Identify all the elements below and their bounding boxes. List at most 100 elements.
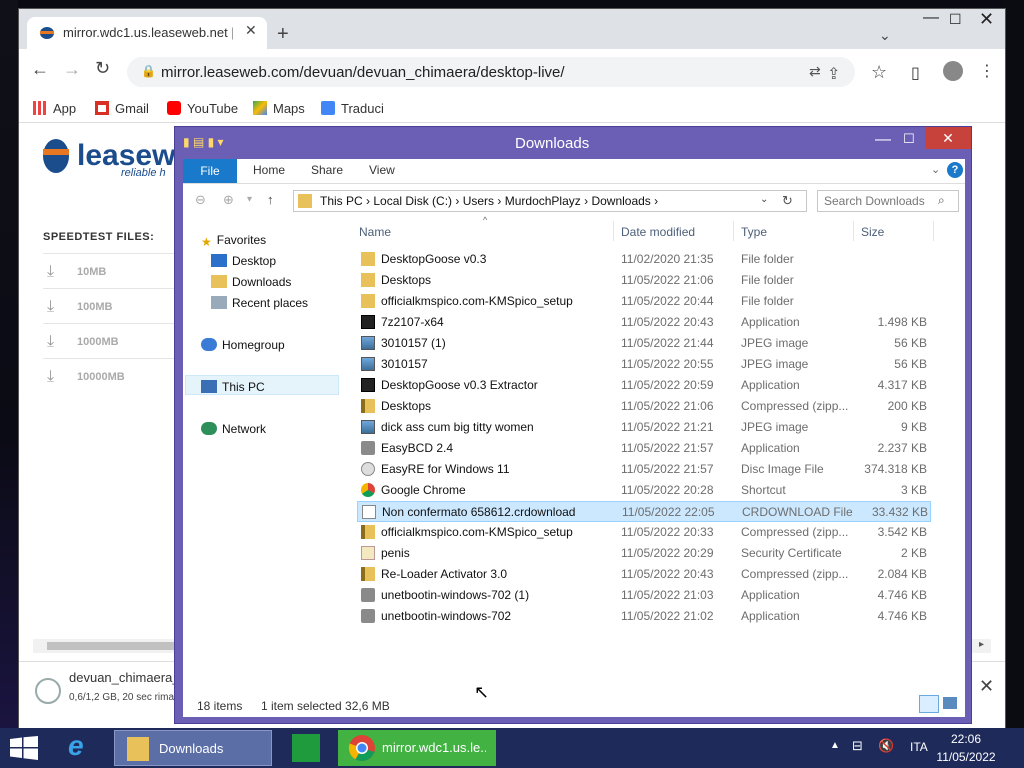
taskbar-internet-explorer[interactable]: e (62, 730, 106, 766)
volume-muted-icon[interactable]: 🔇 (878, 738, 894, 754)
back-icon[interactable]: ← (31, 59, 49, 80)
refresh-icon[interactable]: ↻ (782, 193, 793, 209)
browser-tab[interactable]: mirror.wdc1.us.leaseweb.net | pc ✕ (27, 17, 267, 49)
scroll-right-arrow-icon[interactable]: ▸ (979, 639, 984, 650)
quick-access-toolbar-icon[interactable]: ▮ ▤ ▮ ▾ (183, 135, 224, 149)
minimize-icon[interactable]: — (875, 131, 891, 149)
lock-icon[interactable]: 🔒 (141, 64, 156, 78)
file-row[interactable]: DesktopGoose v0.3 11/02/2020 21:35 File fo… (357, 249, 931, 270)
breadcrumb-item[interactable]: This PC (320, 194, 363, 208)
start-windows-icon[interactable] (10, 736, 38, 760)
zip-icon (361, 567, 375, 581)
clock-time[interactable]: 22:06 (934, 732, 998, 746)
file-row[interactable]: Non confermato 658612.crdownload 11/05/20… (357, 501, 931, 522)
scrollbar-thumb[interactable] (47, 642, 187, 650)
file-row[interactable]: Google Chrome 11/05/2022 20:28 Shortcut 3 K… (357, 480, 931, 501)
network-tray-icon[interactable]: ⊟ (852, 738, 863, 754)
taskbar-store[interactable] (288, 730, 324, 766)
forward-icon[interactable]: → (63, 59, 81, 80)
file-size: 3 KB (900, 483, 927, 497)
breadcrumb-item[interactable]: Local Disk (C:) (373, 194, 452, 208)
tab-home[interactable]: Home (253, 163, 285, 177)
breadcrumb-path[interactable]: This PC › Local Disk (C:) › Users › Murd… (320, 194, 658, 208)
download-shelf-close-icon[interactable]: ✕ (979, 676, 994, 697)
file-type: Application (741, 441, 800, 455)
download-filename[interactable]: devuan_chimaera_ (69, 670, 179, 685)
tab-search-icon[interactable]: ⌄ (879, 27, 891, 44)
close-icon[interactable]: ✕ (979, 9, 994, 30)
file-row[interactable]: dick ass cum big titty women 11/05/2022 2… (357, 417, 931, 438)
file-row[interactable]: unetbootin-windows-702 11/05/2022 21:02 Ap… (357, 606, 931, 627)
file-row[interactable]: EasyBCD 2.4 11/05/2022 21:57 Application 2.… (357, 438, 931, 459)
bookmark-gmail[interactable]: Gmail (95, 101, 149, 116)
maximize-icon[interactable]: ☐ (903, 131, 915, 147)
file-row[interactable]: unetbootin-windows-702 (1) 11/05/2022 21:… (357, 585, 931, 606)
translate-icon[interactable]: ⇄ (809, 63, 821, 80)
large-icons-view-icon[interactable] (943, 697, 957, 709)
side-panel-icon[interactable]: ▯ (911, 63, 920, 83)
file-row[interactable]: Re-Loader Activator 3.0 11/05/2022 20:43 C… (357, 564, 931, 585)
tab-file[interactable]: File (183, 159, 237, 183)
file-name: dick ass cum big titty women (381, 420, 534, 434)
details-view-icon[interactable] (919, 695, 939, 713)
file-date: 11/05/2022 22:05 (622, 505, 715, 519)
file-row[interactable]: 3010157 11/05/2022 20:55 JPEG image 56 KB (357, 354, 931, 375)
bookmark-youtube[interactable]: YouTube (167, 101, 238, 116)
minimize-icon[interactable]: — (923, 9, 939, 27)
file-row[interactable]: DesktopGoose v0.3 Extractor 11/05/2022 20… (357, 375, 931, 396)
gmail-icon (95, 101, 109, 115)
taskbar-file-explorer[interactable]: Downloads (114, 730, 272, 766)
bookmark-maps[interactable]: Maps (253, 101, 305, 116)
profile-avatar-icon[interactable] (943, 61, 963, 81)
breadcrumb-item[interactable]: Downloads (591, 194, 650, 208)
close-icon[interactable]: ✕ (925, 127, 971, 149)
file-row[interactable]: officialkmspico.com-KMSpico_setup 11/05/2… (357, 291, 931, 312)
file-row[interactable]: Desktops 11/05/2022 21:06 Compressed (zipp… (357, 396, 931, 417)
tab-share[interactable]: Share (311, 163, 343, 177)
new-tab-icon[interactable]: + (277, 23, 289, 46)
taskbar-chrome[interactable]: mirror.wdc1.us.le... (338, 730, 496, 766)
bookmark-apps[interactable]: App (33, 101, 76, 116)
help-icon[interactable]: ? (947, 162, 963, 178)
back-icon[interactable]: ⊖ (195, 192, 206, 208)
speedtest-file-1000mb[interactable]: ⤓ 1000MB (43, 323, 175, 358)
tab-close-icon[interactable]: ✕ (245, 22, 257, 39)
address-bar[interactable]: 🔒 mirror.leaseweb.com/devuan/devuan_chim… (127, 57, 855, 87)
maximize-icon[interactable]: ☐ (949, 11, 962, 28)
address-dropdown-icon[interactable]: ⌄ (760, 194, 768, 205)
bookmark-star-icon[interactable]: ☆ (871, 62, 887, 83)
breadcrumb-item[interactable]: Users (463, 194, 494, 208)
file-row[interactable]: officialkmspico.com-KMSpico_setup 11/05/2… (357, 522, 931, 543)
file-date: 11/05/2022 21:02 (621, 609, 714, 623)
clock-date[interactable]: 11/05/2022 (934, 750, 998, 764)
bookmark-translate[interactable]: Traduci (321, 101, 384, 116)
recent-locations-icon[interactable]: ▾ (247, 194, 252, 205)
breadcrumb-item[interactable]: MurdochPlayz (505, 194, 581, 208)
breadcrumb[interactable]: This PC › Local Disk (C:) › Users › Murd… (293, 190, 807, 212)
explorer-titlebar[interactable]: ▮ ▤ ▮ ▾ Downloads — ☐ ✕ (175, 127, 971, 157)
file-row[interactable]: penis 11/05/2022 20:29 Security Certificat… (357, 543, 931, 564)
tab-view[interactable]: View (369, 163, 395, 177)
search-icon[interactable]: ⌕ (938, 193, 945, 208)
download-progress-icon[interactable] (35, 678, 61, 704)
forward-icon[interactable]: ⊕ (223, 192, 234, 208)
speedtest-file-100mb[interactable]: ⤓ 100MB (43, 288, 175, 323)
speedtest-file-10000mb[interactable]: ⤓ 10000MB (43, 358, 175, 393)
file-name: 3010157 (1) (381, 336, 446, 350)
menu-kebab-icon[interactable]: ⋮ (979, 61, 995, 81)
youtube-icon (167, 101, 181, 115)
file-row[interactable]: 7z2107-x64 11/05/2022 20:43 Application 1.4… (357, 312, 931, 333)
speedtest-file-10mb[interactable]: ⤓ 10MB (43, 253, 175, 288)
show-hidden-icons-icon[interactable]: ▲ (830, 740, 840, 751)
url-text[interactable]: mirror.leaseweb.com/devuan/devuan_chimae… (161, 64, 565, 81)
up-icon[interactable]: ↑ (267, 192, 274, 207)
input-language[interactable]: ITA (910, 740, 928, 754)
search-input[interactable]: Search Downloads ⌕ (817, 190, 959, 212)
search-placeholder: Search Downloads (824, 194, 925, 208)
file-row[interactable]: 3010157 (1) 11/05/2022 21:44 JPEG image 56 … (357, 333, 931, 354)
file-row[interactable]: Desktops 11/05/2022 21:06 File folder (357, 270, 931, 291)
expand-ribbon-icon[interactable]: ⌄ (931, 163, 940, 176)
share-icon[interactable]: ⇪ (827, 64, 840, 84)
reload-icon[interactable]: ↻ (95, 58, 110, 79)
file-row[interactable]: EasyRE for Windows 11 11/05/2022 21:57 Dis… (357, 459, 931, 480)
